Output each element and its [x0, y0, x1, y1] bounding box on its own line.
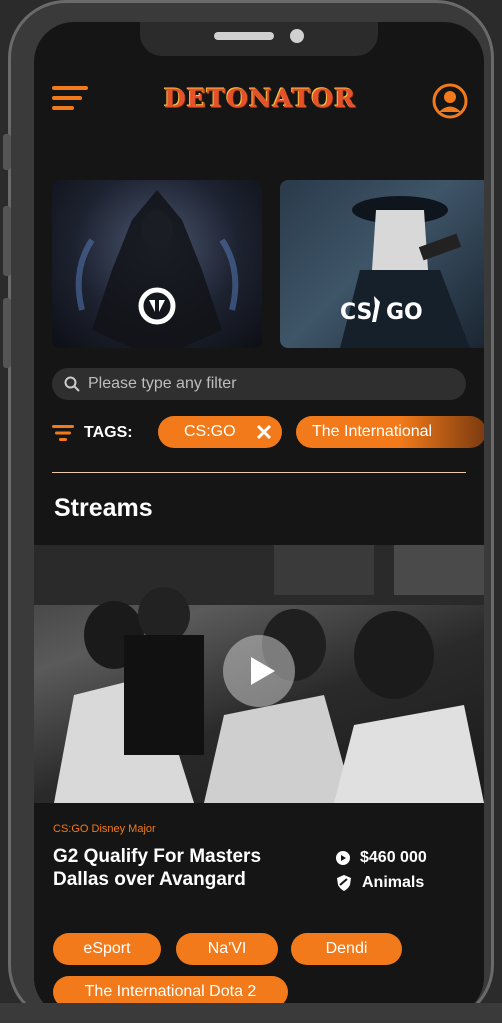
csgo-logo-icon: CS GO — [340, 296, 423, 325]
search-input[interactable] — [88, 375, 448, 393]
tag-chip-the-international[interactable]: The International — [296, 416, 484, 448]
volume-up-button — [3, 206, 11, 276]
search-icon — [64, 376, 80, 392]
game-card-csgo[interactable]: CS GO — [280, 180, 484, 348]
app-header: DETONATOR — [34, 58, 484, 134]
stream-tag-navi[interactable]: Na'VI — [176, 933, 278, 965]
play-button[interactable] — [223, 635, 295, 707]
app-logo[interactable]: DETONATOR — [158, 84, 362, 114]
menu-icon[interactable] — [52, 86, 88, 112]
tags-label: TAGS: — [52, 416, 133, 450]
svg-text:GO: GO — [386, 300, 423, 325]
speaker-grille — [214, 32, 274, 40]
section-title: Streams — [54, 494, 153, 522]
stream-tag-dendi[interactable]: Dendi — [291, 933, 402, 965]
overwatch-logo-icon — [138, 287, 176, 325]
phone-notch — [140, 22, 378, 56]
profile-icon[interactable] — [432, 83, 468, 119]
close-icon[interactable] — [256, 424, 272, 440]
stream-tag-esport[interactable]: eSport — [53, 933, 161, 965]
app-screen: DETONATOR CS GO Please type any filter T… — [34, 22, 484, 1017]
stream-info-card: CS:GO Disney Major G2 Qualify For Master… — [34, 803, 484, 1017]
volume-down-button — [3, 298, 11, 368]
team-name: Animals — [362, 874, 425, 891]
mute-switch — [3, 134, 11, 170]
tag-chip-label: The International — [312, 423, 433, 440]
tags-label-text: TAGS: — [84, 424, 133, 441]
stream-video-thumbnail[interactable] — [34, 545, 484, 803]
search-bar[interactable] — [52, 368, 466, 400]
prize-row: $460 000 — [336, 849, 427, 867]
shield-icon — [337, 875, 351, 891]
tag-chip-csgo[interactable]: CS:GO — [158, 416, 282, 448]
front-camera — [290, 29, 304, 43]
svg-text:CS: CS — [340, 300, 372, 325]
filter-icon[interactable] — [52, 424, 74, 442]
bottom-strip — [0, 1003, 502, 1023]
game-card-overwatch[interactable] — [52, 180, 262, 348]
play-circle-icon — [336, 851, 350, 865]
stream-category[interactable]: CS:GO Disney Major — [53, 823, 156, 835]
play-icon — [251, 657, 275, 685]
prize-amount: $460 000 — [360, 849, 427, 866]
tags-row: TAGS: CS:GO The International — [52, 416, 484, 450]
divider — [52, 472, 466, 473]
team-row: Animals — [336, 874, 424, 892]
stream-title[interactable]: G2 Qualify For Masters Dallas over Avang… — [53, 845, 293, 891]
tag-chip-label: CS:GO — [184, 423, 236, 440]
